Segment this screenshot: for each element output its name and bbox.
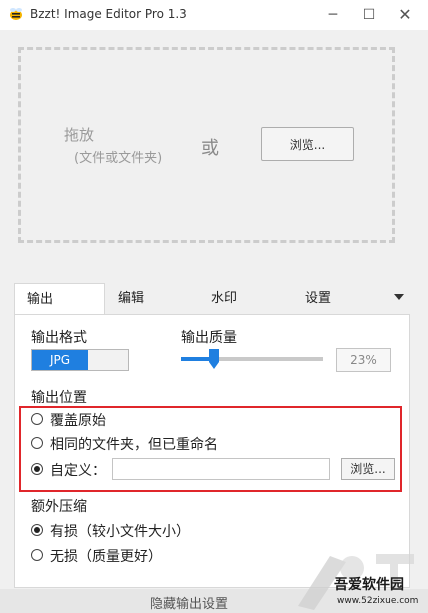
hide-output-settings-button[interactable]: 隐藏输出设置 [150, 593, 228, 612]
option-overwrite-label: 覆盖原始 [50, 413, 106, 429]
radio-lossy[interactable] [31, 524, 43, 536]
minimize-button[interactable]: ─ [318, 3, 348, 27]
extra-compression-label: 额外压缩 [31, 499, 87, 515]
option-lossy-label: 有损（较小文件大小） [50, 524, 190, 540]
drop-sublabel: (文件或文件夹) [74, 151, 163, 166]
radio-overwrite[interactable] [31, 413, 43, 425]
drop-label: 拖放 [64, 126, 95, 144]
maximize-button[interactable]: ☐ [354, 3, 384, 27]
bee-icon [10, 8, 22, 20]
output-quality-label: 输出质量 [181, 330, 237, 346]
option-lossless-label: 无损（质量更好） [50, 549, 162, 565]
radio-same-folder[interactable] [31, 437, 43, 449]
tab-edit[interactable]: 编辑 [118, 283, 144, 315]
quality-value[interactable]: 23% [336, 348, 391, 372]
output-format-label: 输出格式 [31, 330, 87, 346]
watermark-url: www.52zixue.com [337, 596, 419, 606]
watermark-title: 吾爱软件园 [334, 577, 404, 593]
radio-custom[interactable] [31, 463, 43, 475]
browse-files-button[interactable]: 浏览... [261, 127, 354, 161]
tab-watermark[interactable]: 水印 [211, 283, 237, 315]
custom-path-input[interactable] [112, 458, 330, 480]
tab-output[interactable]: 输出 [14, 283, 105, 315]
output-location-label: 输出位置 [31, 390, 87, 406]
tab-settings[interactable]: 设置 [305, 283, 331, 315]
slider-thumb-icon[interactable] [209, 349, 219, 369]
chevron-down-icon[interactable] [394, 294, 404, 300]
option-same-folder-label: 相同的文件夹，但已重命名 [50, 437, 218, 453]
or-label: 或 [201, 138, 219, 159]
format-value: JPG [32, 350, 88, 370]
window-title: Bzzt! Image Editor Pro 1.3 [30, 7, 187, 21]
option-custom-label: 自定义： [50, 463, 106, 479]
title-bar: Bzzt! Image Editor Pro 1.3 ─ ☐ ✕ [0, 0, 428, 30]
format-toggle[interactable]: JPG [31, 349, 129, 371]
custom-browse-button[interactable]: 浏览... [341, 458, 395, 480]
tab-bar: 输出 编辑 水印 设置 [14, 283, 410, 315]
radio-lossless[interactable] [31, 549, 43, 561]
close-button[interactable]: ✕ [390, 3, 420, 27]
